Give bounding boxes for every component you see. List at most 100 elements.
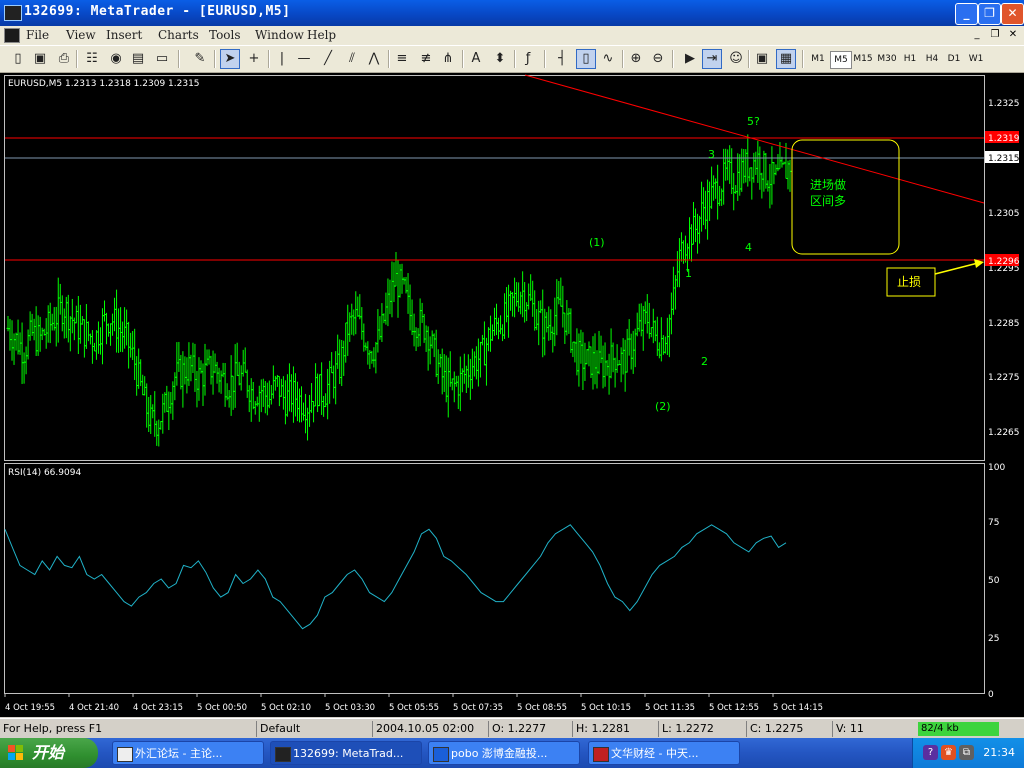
candlestick-icon[interactable]: ▯ <box>576 49 596 69</box>
price-bar <box>649 327 653 338</box>
task-pobo[interactable]: pobo 澎博金融投... <box>428 741 580 765</box>
price-bar <box>388 279 392 315</box>
timeframe-h1[interactable]: H1 <box>900 51 920 67</box>
restore-button[interactable]: ❐ <box>978 3 1001 25</box>
expert-advisors-icon[interactable]: ✎ <box>190 49 210 69</box>
menu-view[interactable]: View <box>66 28 96 42</box>
timeframe-h4[interactable]: H4 <box>922 51 942 67</box>
price-bar <box>503 293 507 339</box>
chart-close-button[interactable]: ✕ <box>1006 28 1020 41</box>
close-button[interactable]: ✕ <box>1001 3 1024 25</box>
fibonacci-icon[interactable]: ≡ <box>392 49 412 69</box>
price-bar <box>692 201 696 245</box>
price-bar <box>88 333 92 345</box>
price-bar <box>478 341 482 378</box>
price-bar <box>543 308 547 356</box>
price-bar <box>714 178 718 199</box>
trendline-icon[interactable]: ╱ <box>318 49 338 69</box>
channel-icon[interactable]: ⫽ <box>342 49 362 69</box>
menu-help[interactable]: Help <box>307 28 336 42</box>
price-bars <box>6 134 792 447</box>
chart-window-new-icon[interactable]: ▣ <box>752 49 772 69</box>
price-bar <box>535 309 539 331</box>
app-tray-icon[interactable]: ♛ <box>941 745 956 760</box>
timeframe-d1[interactable]: D1 <box>944 51 964 67</box>
vertical-line-icon[interactable]: | <box>272 49 292 69</box>
autoscroll-icon[interactable]: ▶ <box>680 49 700 69</box>
chart-window[interactable]: 1.2325 1.2305 1.2295 1.2285 1.2275 1.226… <box>0 73 1024 717</box>
expert-properties-icon[interactable]: ☺ <box>726 49 746 69</box>
terminal-icon[interactable]: ▭ <box>152 49 172 69</box>
crosshair-icon[interactable]: + <box>244 49 264 69</box>
price-bar <box>293 373 297 417</box>
save-icon[interactable]: ▣ <box>30 49 50 69</box>
task-forex-forum[interactable]: 外汇论坛 - 主论... <box>112 741 264 765</box>
fibo-fan-icon[interactable]: ≢ <box>416 49 436 69</box>
price-bar <box>541 289 545 358</box>
text-icon[interactable]: A <box>466 49 486 69</box>
menu-file[interactable]: File <box>26 28 49 42</box>
timeframe-m15[interactable]: M15 <box>852 51 874 67</box>
menu-insert[interactable]: Insert <box>106 28 142 42</box>
menu-charts[interactable]: Charts <box>158 28 199 42</box>
market-watch-icon[interactable]: ☷ <box>82 49 102 69</box>
price-bar <box>38 316 42 352</box>
connection-status[interactable]: 82/4 kb <box>918 722 999 736</box>
chart-restore-button[interactable]: ❐ <box>988 28 1002 41</box>
time-label: 5 Oct 12:55 <box>709 703 759 713</box>
price-bar <box>330 352 334 374</box>
app-icon[interactable] <box>4 5 22 21</box>
menu-window[interactable]: Window <box>255 28 304 42</box>
task-wenhua[interactable]: 文华财经 - 中天... <box>588 741 740 765</box>
gann-fan-icon[interactable]: ⋀ <box>364 49 384 69</box>
chart-window-icon[interactable] <box>4 28 20 43</box>
price-bar <box>637 303 641 332</box>
price-bar <box>774 164 778 176</box>
chart-shift-icon[interactable]: ⇥ <box>702 49 722 69</box>
price-bar <box>537 300 541 346</box>
timeframe-m5[interactable]: M5 <box>830 51 852 69</box>
timeframe-w1[interactable]: W1 <box>966 51 986 67</box>
zoom-out-icon[interactable]: ⊖ <box>648 49 668 69</box>
menu-tools[interactable]: Tools <box>209 28 241 42</box>
network-tray-icon[interactable]: ⧉ <box>959 745 974 760</box>
price-bar <box>575 328 579 376</box>
cursor-icon[interactable]: ➤ <box>220 49 240 69</box>
wave-label: 2 <box>701 355 708 368</box>
price-bar <box>344 322 348 363</box>
price-bar <box>312 400 316 423</box>
horizontal-line-icon[interactable]: — <box>294 49 314 69</box>
arrows-icon[interactable]: ⬍ <box>490 49 510 69</box>
navigator-icon[interactable]: ▤ <box>128 49 148 69</box>
help-tray-icon[interactable]: ? <box>923 745 938 760</box>
task-metatrader[interactable]: 132699: MetaTrad... <box>270 741 422 765</box>
price-bar <box>523 282 527 323</box>
zoom-in-icon[interactable]: ⊕ <box>626 49 646 69</box>
status-profile[interactable]: Default <box>256 721 370 737</box>
minimize-button[interactable]: _ <box>955 3 978 25</box>
print-icon[interactable]: ⎙ <box>54 49 74 69</box>
new-chart-icon[interactable]: ▯ <box>8 49 28 69</box>
tile-windows-icon[interactable]: ▦ <box>776 49 796 69</box>
start-button[interactable]: 开始 <box>0 738 98 768</box>
line-chart-icon[interactable]: ∿ <box>598 49 618 69</box>
timeframe-m30[interactable]: M30 <box>876 51 898 67</box>
clock[interactable]: 21:34 <box>983 738 1015 768</box>
price-bar <box>694 208 698 243</box>
price-bar <box>155 420 159 446</box>
data-window-icon[interactable]: ◉ <box>106 49 126 69</box>
timeframe-m1[interactable]: M1 <box>808 51 828 67</box>
status-datetime: 2004.10.05 02:00 <box>372 721 486 737</box>
price-bar <box>573 341 577 363</box>
chart-minimize-button[interactable]: _ <box>970 28 984 41</box>
price-bar <box>187 342 191 386</box>
price-chart[interactable]: 1.2325 1.2305 1.2295 1.2285 1.2275 1.226… <box>0 73 1024 717</box>
price-bar <box>470 348 474 389</box>
fibo-arcs-icon[interactable]: ⋔ <box>438 49 458 69</box>
trend-line[interactable] <box>524 74 985 204</box>
price-bar <box>56 277 60 343</box>
price-bar <box>70 298 74 334</box>
price-bar <box>613 357 617 388</box>
bar-chart-icon[interactable]: ┤ <box>552 49 572 69</box>
indicators-icon[interactable]: ƒ <box>518 49 538 69</box>
